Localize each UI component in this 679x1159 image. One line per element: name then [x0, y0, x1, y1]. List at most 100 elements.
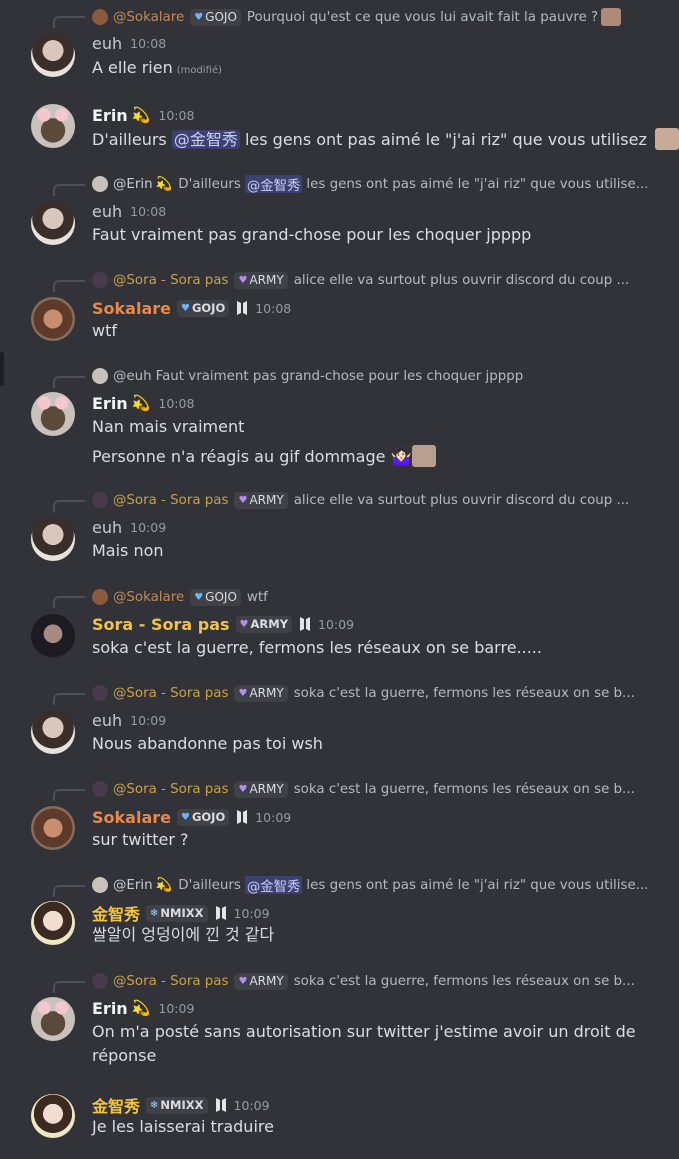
reply-author[interactable]: @Sora - Sora pas [113, 273, 228, 288]
username[interactable]: euh [92, 34, 122, 53]
reply-reference[interactable]: @Sokalare ♥ GOJO Pourquoi qu'est ce que v… [92, 8, 672, 26]
avatar[interactable] [31, 806, 75, 850]
avatar[interactable] [31, 710, 75, 754]
avatar[interactable] [31, 104, 75, 148]
custom-emoji-icon [654, 128, 679, 150]
user-mention[interactable]: @金智秀 [171, 130, 240, 149]
reply-author[interactable]: @Sora - Sora pas [113, 974, 228, 989]
message-content: D'ailleurs @金智秀 les gens ont pas aimé le… [92, 128, 679, 151]
role-tag: ♥ ARMY [234, 972, 288, 990]
avatar[interactable] [31, 997, 75, 1041]
blue-heart-icon: ♥ [180, 302, 190, 314]
reply-spine [53, 596, 85, 608]
bts-logo-icon [215, 1098, 226, 1112]
reply-reference[interactable]: @Sokalare ♥ GOJO wtf [92, 588, 672, 606]
ice-icon: ❄ [150, 907, 159, 919]
reply-spine [53, 789, 85, 801]
message-content: Nous abandonne pas toi wsh [92, 734, 323, 753]
sparkle-icon: 💫 [155, 877, 173, 893]
purple-heart-icon: ♥ [238, 687, 248, 699]
sparkle-icon: 💫 [131, 394, 151, 412]
avatar[interactable] [31, 33, 75, 77]
username[interactable]: Erin [92, 999, 128, 1018]
bts-logo-icon [237, 301, 248, 315]
reply-avatar [92, 9, 108, 25]
username[interactable]: Erin [92, 106, 128, 125]
sparkle-icon: 💫 [155, 176, 173, 192]
message-content: 쌀알이 엉덩이에 낀 것 같다 [92, 925, 275, 944]
username[interactable]: Erin [92, 394, 128, 413]
reply-spine [53, 16, 85, 28]
reply-spine [53, 500, 85, 512]
timestamp: 10:09 [158, 1000, 195, 1016]
user-mention[interactable]: @金智秀 [244, 175, 303, 193]
username[interactable]: Sokalare [92, 808, 171, 827]
timestamp: 10:09 [233, 905, 270, 921]
bts-logo-icon [300, 617, 311, 631]
purple-heart-icon: ♥ [238, 783, 248, 795]
username[interactable]: Sokalare [92, 299, 171, 318]
custom-emoji-icon [411, 445, 436, 467]
reply-author[interactable]: @Sokalare [113, 590, 184, 605]
reply-reference[interactable]: @Erin 💫 D'ailleurs @金智秀 les gens ont pas… [92, 175, 672, 193]
sparkle-icon: 💫 [131, 106, 151, 124]
avatar[interactable] [31, 517, 75, 561]
reply-author[interactable]: @Sora - Sora pas [113, 493, 228, 508]
avatar[interactable] [31, 392, 75, 436]
edited-label: (modifié) [176, 65, 222, 76]
reply-author[interactable]: @Erin [113, 878, 153, 893]
user-mention[interactable]: @金智秀 [244, 876, 303, 894]
reply-avatar [92, 685, 108, 701]
username[interactable]: Sora - Sora pas [92, 615, 230, 634]
reply-author[interactable]: @Sora - Sora pas [113, 686, 228, 701]
reply-avatar [92, 492, 108, 508]
role-tag: ♥ ARMY [234, 271, 288, 289]
reply-author[interactable]: @euh [113, 369, 152, 384]
reply-spine [53, 981, 85, 993]
custom-emoji-icon [601, 8, 622, 26]
timestamp: 10:08 [130, 35, 167, 51]
reply-text: soka c'est la guerre, fermons les réseau… [293, 781, 635, 797]
reply-reference[interactable]: @Sora - Sora pas ♥ ARMY alice elle va sur… [92, 271, 672, 289]
reply-text: les gens ont pas aimé le "j'ai riz" que … [306, 877, 649, 893]
reply-spine [53, 376, 85, 388]
reply-spine [53, 280, 85, 292]
role-tag: ♥ ARMY [234, 684, 288, 702]
username[interactable]: 金智秀 [92, 1093, 140, 1117]
reply-reference[interactable]: @Sora - Sora pas ♥ ARMY soka c'est la gue… [92, 780, 672, 798]
role-tag: ❄ NMIXX [146, 1096, 208, 1114]
reply-author[interactable]: @Sora - Sora pas [113, 782, 228, 797]
message-content: Nan mais vraiment [92, 417, 245, 436]
role-tag: ♥ GOJO [176, 299, 230, 317]
purple-heart-icon: ♥ [238, 975, 248, 987]
avatar[interactable] [31, 614, 75, 658]
avatar[interactable] [31, 1094, 75, 1138]
message-content: réponse [92, 1046, 157, 1065]
reply-avatar [92, 877, 108, 893]
message-content: sur twitter ? [92, 830, 189, 849]
reply-reference[interactable]: @Sora - Sora pas ♥ ARMY alice elle va sur… [92, 491, 672, 509]
ice-icon: ❄ [150, 1099, 159, 1111]
message-content: Personne n'a réagis au gif dommage 🤷🏻‍♀️ [92, 445, 436, 468]
reply-reference[interactable]: @euh Faut vraiment pas grand-chose pour … [92, 367, 672, 385]
reply-reference[interactable]: @Erin 💫 D'ailleurs @金智秀 les gens ont pas… [92, 876, 672, 894]
role-tag: ♥ ARMY [235, 615, 293, 633]
blue-heart-icon: ♥ [194, 591, 204, 603]
reply-reference[interactable]: @Sora - Sora pas ♥ ARMY soka c'est la gue… [92, 972, 672, 990]
username[interactable]: euh [92, 202, 122, 221]
username[interactable]: euh [92, 711, 122, 730]
reply-text: soka c'est la guerre, fermons les réseau… [293, 973, 635, 989]
reply-text: les gens ont pas aimé le "j'ai riz" que … [306, 176, 649, 192]
reply-author[interactable]: @Erin [113, 177, 153, 192]
timestamp: 10:09 [130, 712, 167, 728]
avatar[interactable] [31, 297, 75, 341]
timestamp: 10:08 [255, 300, 292, 316]
avatar[interactable] [31, 201, 75, 245]
role-tag: ♥ GOJO [176, 808, 230, 826]
username[interactable]: euh [92, 518, 122, 537]
reply-author[interactable]: @Sokalare [113, 10, 184, 25]
reply-reference[interactable]: @Sora - Sora pas ♥ ARMY soka c'est la gue… [92, 684, 672, 702]
username[interactable]: 金智秀 [92, 901, 140, 925]
reply-spine [53, 693, 85, 705]
avatar[interactable] [31, 901, 75, 945]
